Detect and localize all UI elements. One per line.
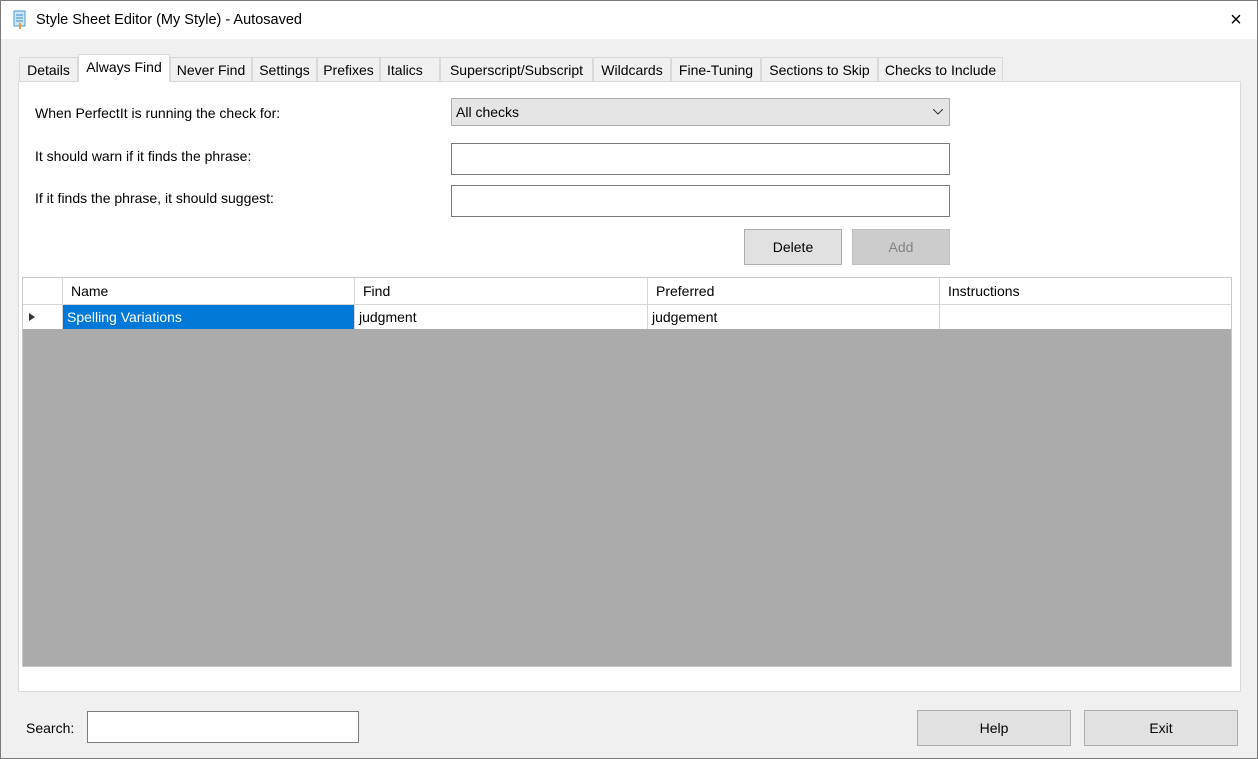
tab-checks-to-include[interactable]: Checks to Include xyxy=(878,57,1003,82)
tab-italics[interactable]: Italics xyxy=(380,57,440,82)
tab-settings[interactable]: Settings xyxy=(252,57,317,82)
tab-superscript-subscript[interactable]: Superscript/Subscript xyxy=(440,57,593,82)
tab-sections-to-skip[interactable]: Sections to Skip xyxy=(761,57,878,82)
exit-button[interactable]: Exit xyxy=(1084,710,1238,746)
help-button[interactable]: Help xyxy=(917,710,1071,746)
window-title: Style Sheet Editor (My Style) - Autosave… xyxy=(36,12,302,28)
column-header-find[interactable]: Find xyxy=(355,278,648,304)
table-row[interactable]: Spelling Variations judgment judgement xyxy=(23,305,1231,329)
close-icon[interactable]: × xyxy=(1221,5,1251,35)
warn-label: It should warn if it finds the phrase: xyxy=(35,148,252,164)
check-dropdown[interactable]: All checks xyxy=(451,98,950,126)
search-input[interactable] xyxy=(87,711,359,743)
cell-find[interactable]: judgment xyxy=(355,305,648,329)
column-header-instructions[interactable]: Instructions xyxy=(940,278,1231,304)
cell-preferred[interactable]: judgement xyxy=(648,305,940,329)
tab-wildcards[interactable]: Wildcards xyxy=(593,57,671,82)
cell-name[interactable]: Spelling Variations xyxy=(63,305,355,329)
current-row-arrow-icon xyxy=(29,313,35,321)
check-label: When PerfectIt is running the check for: xyxy=(35,105,281,121)
add-button[interactable]: Add xyxy=(852,229,950,265)
tab-details[interactable]: Details xyxy=(19,57,78,82)
column-header-preferred[interactable]: Preferred xyxy=(648,278,940,304)
warn-phrase-input[interactable] xyxy=(451,143,950,175)
search-label: Search: xyxy=(26,720,75,736)
delete-button[interactable]: Delete xyxy=(744,229,842,265)
row-header-corner xyxy=(23,278,63,304)
tab-never-find[interactable]: Never Find xyxy=(170,57,252,82)
tab-fine-tuning[interactable]: Fine-Tuning xyxy=(671,57,761,82)
suggest-label: If it finds the phrase, it should sugges… xyxy=(35,190,274,206)
tab-always-find[interactable]: Always Find xyxy=(78,54,170,82)
row-selector[interactable] xyxy=(23,305,63,329)
grid-header: Name Find Preferred Instructions xyxy=(23,278,1231,305)
suggest-phrase-input[interactable] xyxy=(451,185,950,217)
chevron-down-icon xyxy=(933,109,943,115)
rules-grid: Name Find Preferred Instructions Spellin… xyxy=(22,277,1232,667)
title-bar: Style Sheet Editor (My Style) - Autosave… xyxy=(1,1,1257,39)
check-dropdown-value: All checks xyxy=(456,104,520,120)
column-header-name[interactable]: Name xyxy=(63,278,355,304)
tab-prefixes[interactable]: Prefixes xyxy=(317,57,380,82)
app-icon xyxy=(13,10,26,29)
cell-instructions[interactable] xyxy=(940,305,1231,329)
